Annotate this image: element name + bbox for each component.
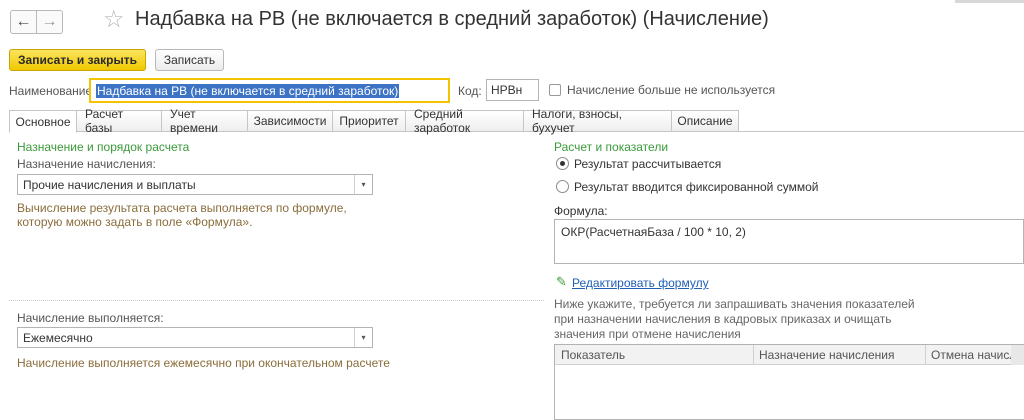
period-hint: Начисление выполняется ежемесячно при ок… — [17, 356, 390, 370]
tab-base-calculation[interactable]: Расчет базы — [77, 107, 162, 135]
table-header: Показатель Назначение начисления Отмена … — [555, 345, 1024, 365]
arrow-right-icon: → — [41, 13, 58, 30]
code-input[interactable]: НРВн — [486, 79, 539, 101]
tab-taxes[interactable]: Налоги, взносы, бухучет — [524, 107, 672, 135]
chevron-down-icon[interactable]: ▾ — [354, 175, 372, 194]
purpose-hint-line-2: которую можно задать в поле «Формула». — [17, 215, 253, 229]
formula-label: Формула: — [554, 204, 608, 218]
name-label: Наименование: — [9, 84, 96, 98]
pencil-icon: ✎ — [556, 274, 567, 289]
arrow-left-icon: ← — [15, 13, 32, 30]
col-divider — [753, 345, 754, 365]
not-used-label[interactable]: Начисление больше не используется — [567, 83, 775, 97]
window-title: Надбавка на РВ (не включается в средний … — [135, 8, 769, 30]
edit-formula-link[interactable]: Редактировать формулу — [572, 276, 709, 290]
calculation-group-title: Расчет и показатели — [554, 140, 669, 154]
name-value: Надбавка на РВ (не включается в средний … — [96, 84, 400, 98]
tab-dependencies[interactable]: Зависимости — [248, 110, 333, 132]
period-select-value: Ежемесячно — [23, 331, 93, 345]
formula-field[interactable]: ОКР(РасчетнаяБаза / 100 * 10, 2) — [554, 219, 1024, 264]
name-input[interactable]: Надбавка на РВ (не включается в средний … — [89, 78, 450, 103]
tab-average-earnings[interactable]: Средний заработок — [406, 107, 524, 135]
tab-description[interactable]: Описание — [672, 110, 739, 132]
radio-fixed-label[interactable]: Результат вводится фиксированной суммой — [574, 180, 818, 194]
indicators-hint-line-2: при назначении начисления в кадровых при… — [554, 312, 892, 326]
save-button[interactable]: Записать — [155, 49, 224, 71]
favorite-star-icon[interactable]: ☆ — [103, 8, 125, 32]
table-scrollbar[interactable] — [1011, 345, 1024, 365]
radio-calculated-label[interactable]: Результат рассчитывается — [574, 157, 721, 171]
indicators-hint-line-1: Ниже укажите, требуется ли запрашивать з… — [554, 297, 915, 311]
window-top-strip — [955, 0, 1024, 3]
code-label: Код: — [458, 84, 482, 98]
section-divider — [9, 300, 544, 301]
back-button[interactable]: ← — [10, 10, 37, 34]
indicators-hint-line-3: значения при отмене начисления — [554, 327, 741, 341]
save-and-close-button[interactable]: Записать и закрыть — [9, 49, 146, 71]
forward-button[interactable]: → — [36, 10, 63, 34]
not-used-checkbox[interactable] — [549, 84, 561, 96]
col-divider — [925, 345, 926, 365]
tab-priority[interactable]: Приоритет — [333, 110, 406, 132]
purpose-label: Назначение начисления: — [17, 157, 156, 171]
indicators-table[interactable]: Показатель Назначение начисления Отмена … — [554, 344, 1024, 420]
chevron-down-icon[interactable]: ▾ — [354, 328, 372, 347]
purpose-select-value: Прочие начисления и выплаты — [23, 178, 196, 192]
purpose-select[interactable]: Прочие начисления и выплаты ▾ — [17, 174, 373, 195]
tab-main[interactable]: Основное — [9, 110, 77, 133]
col-assignment-header[interactable]: Назначение начисления — [759, 348, 895, 362]
radio-fixed[interactable] — [556, 180, 569, 193]
tab-bar: Основное Расчет базы Учет времени Зависи… — [9, 107, 739, 135]
tab-time-accounting[interactable]: Учет времени — [162, 107, 248, 135]
purpose-group-title: Назначение и порядок расчета — [17, 140, 190, 154]
radio-calculated[interactable] — [556, 157, 569, 170]
period-select[interactable]: Ежемесячно ▾ — [17, 327, 373, 348]
period-label: Начисление выполняется: — [17, 311, 164, 325]
col-indicator-header[interactable]: Показатель — [561, 348, 625, 362]
purpose-hint-line-1: Вычисление результата расчета выполняетс… — [17, 201, 347, 215]
